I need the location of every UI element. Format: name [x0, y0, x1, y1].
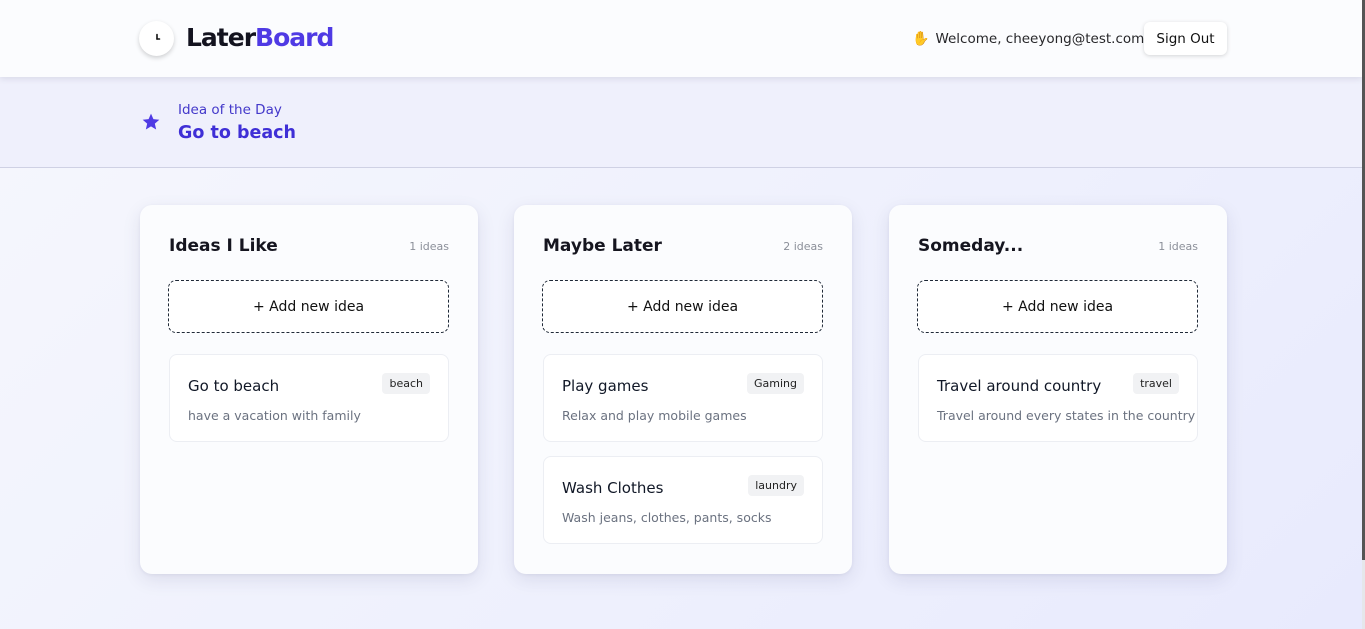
logo-part-later: Later [186, 23, 256, 52]
add-new-idea-button[interactable]: + Add new idea [168, 280, 449, 333]
column-idea-count: 1 ideas [409, 240, 449, 253]
column-title: Someday... [918, 236, 1024, 256]
waving-hand-icon: ✋ [912, 31, 930, 47]
idea-card-tag: Gaming [747, 373, 804, 394]
idea-card-title: Play games [562, 377, 649, 395]
column-idea-count: 2 ideas [783, 240, 823, 253]
idea-card-description: Travel around every states in the countr… [937, 408, 1196, 423]
column-ideas-i-like: Ideas I Like 1 ideas + Add new idea Go t… [140, 205, 478, 574]
welcome-message: ✋ Welcome, cheeyong@test.com [912, 29, 1144, 49]
idea-card-description: Wash jeans, clothes, pants, socks [562, 510, 772, 525]
idea-card-title: Travel around country [937, 377, 1102, 395]
app-header: LaterBoard ✋ Welcome, cheeyong@test.com … [0, 0, 1362, 77]
idea-card-tag: beach [382, 373, 430, 394]
idea-of-the-day-title: Go to beach [178, 123, 296, 143]
add-new-idea-button[interactable]: + Add new idea [917, 280, 1198, 333]
column-someday: Someday... 1 ideas + Add new idea Travel… [889, 205, 1227, 574]
column-title: Ideas I Like [169, 236, 278, 256]
idea-of-the-day-label: Idea of the Day [178, 102, 282, 118]
column-maybe-later: Maybe Later 2 ideas + Add new idea Play … [514, 205, 852, 574]
idea-card[interactable]: Wash Clothes laundry Wash jeans, clothes… [543, 456, 823, 544]
idea-card-tag: travel [1133, 373, 1179, 394]
idea-card-title: Wash Clothes [562, 479, 664, 497]
clock-icon [139, 21, 174, 56]
sign-out-button[interactable]: Sign Out [1144, 22, 1227, 55]
idea-card-tag: laundry [748, 475, 804, 496]
idea-card[interactable]: Travel around country travel Travel arou… [918, 354, 1198, 442]
idea-card-description: have a vacation with family [188, 408, 361, 423]
logo-part-board: Board [255, 23, 334, 52]
idea-card[interactable]: Play games Gaming Relax and play mobile … [543, 354, 823, 442]
column-idea-count: 1 ideas [1158, 240, 1198, 253]
star-icon [141, 112, 161, 136]
welcome-text: Welcome, cheeyong@test.com [935, 31, 1145, 47]
idea-card[interactable]: Go to beach beach have a vacation with f… [169, 354, 449, 442]
idea-card-description: Relax and play mobile games [562, 408, 747, 423]
app-logo[interactable]: LaterBoard [186, 22, 334, 54]
add-new-idea-button[interactable]: + Add new idea [542, 280, 823, 333]
column-title: Maybe Later [543, 236, 662, 256]
idea-card-title: Go to beach [188, 377, 280, 395]
